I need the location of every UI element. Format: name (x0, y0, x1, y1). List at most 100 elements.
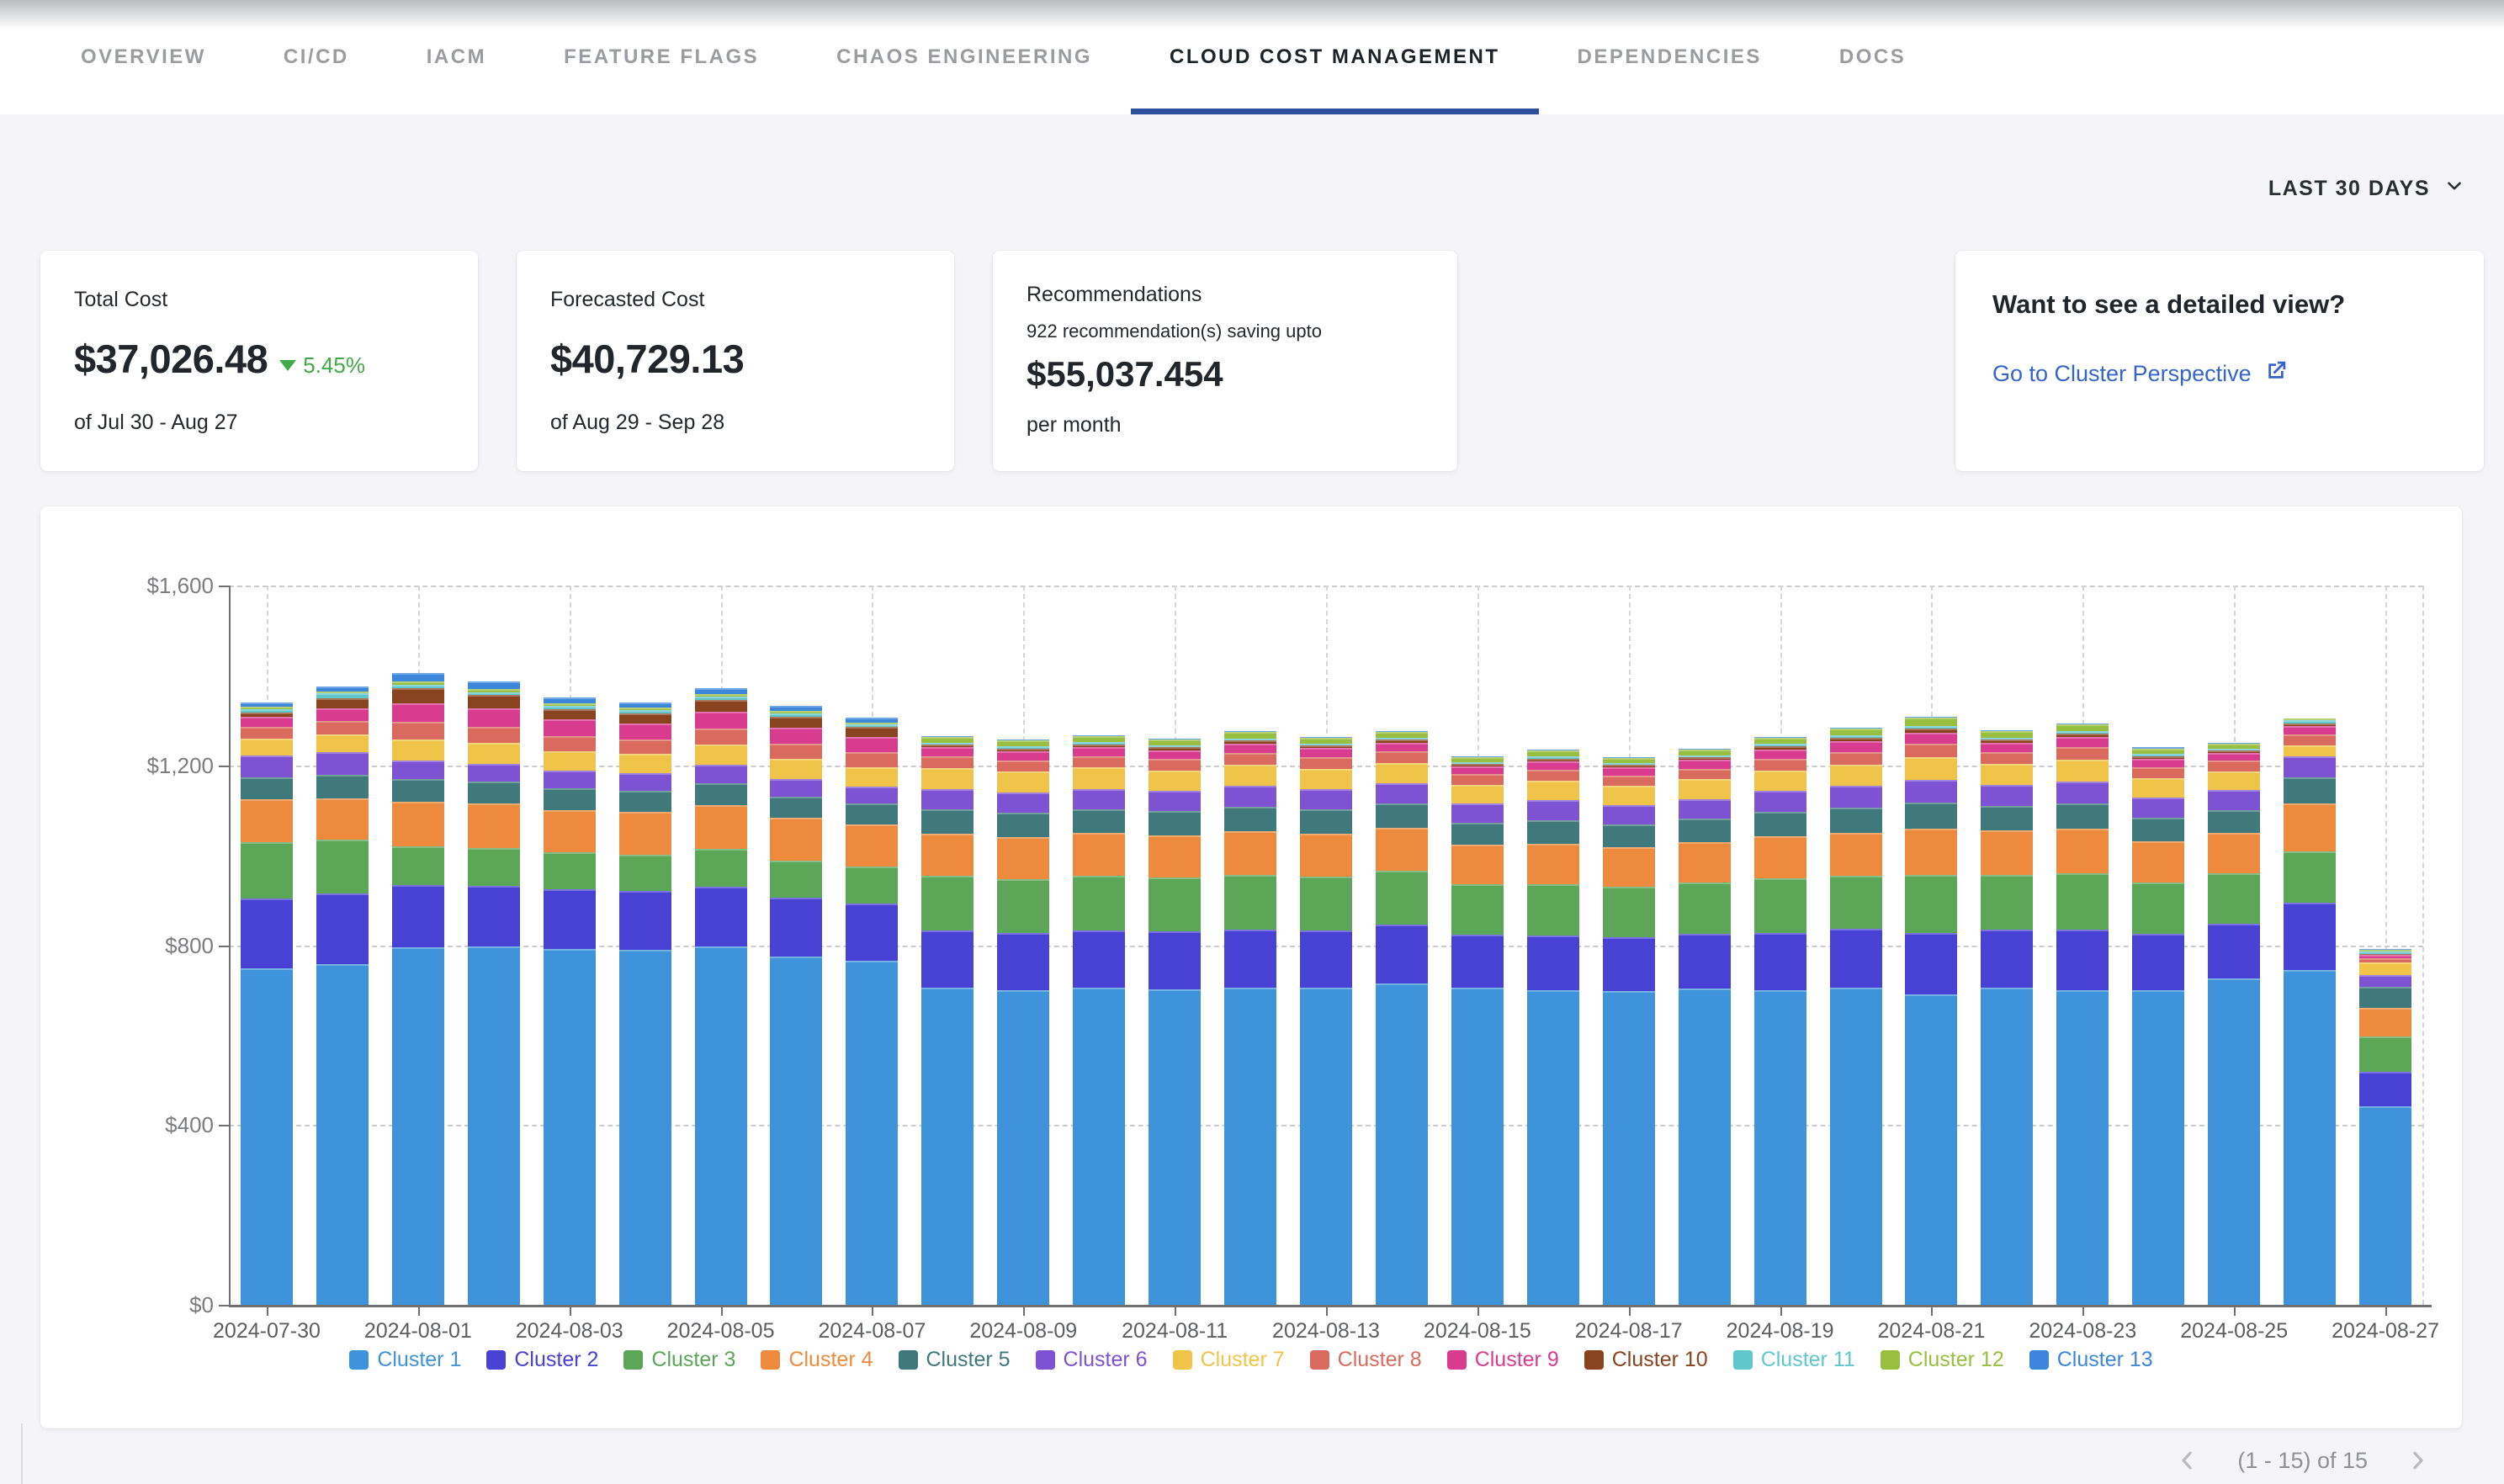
legend-swatch-icon (1173, 1350, 1192, 1370)
tab-overview[interactable]: OVERVIEW (42, 0, 245, 114)
bar-2024-08-12[interactable] (1224, 731, 1276, 1305)
bar-2024-08-16[interactable] (1527, 750, 1579, 1305)
legend-swatch-icon (486, 1350, 506, 1370)
tab-iacm[interactable]: IACM (388, 0, 525, 114)
bar-segment-cluster-3 (619, 855, 671, 892)
legend-item-cluster-8[interactable]: Cluster 8 (1310, 1348, 1422, 1372)
total-cost-change: 5.45% (279, 352, 365, 379)
tab-ci-cd[interactable]: CI/CD (245, 0, 388, 114)
bar-segment-cluster-4 (2132, 841, 2184, 882)
bar-2024-08-27[interactable] (2359, 949, 2411, 1305)
bar-2024-08-01[interactable] (392, 673, 444, 1305)
bar-2024-08-09[interactable] (997, 739, 1049, 1305)
bar-segment-cluster-7 (1603, 786, 1655, 805)
legend-item-cluster-5[interactable]: Cluster 5 (899, 1348, 1011, 1372)
legend-item-cluster-13[interactable]: Cluster 13 (2029, 1348, 2153, 1372)
bar-segment-cluster-1 (1527, 990, 1579, 1305)
bar-segment-cluster-5 (1527, 820, 1579, 844)
bar-segment-cluster-4 (241, 799, 293, 842)
bar-segment-cluster-7 (1527, 781, 1579, 801)
bar-2024-08-26[interactable] (2284, 718, 2336, 1305)
bar-2024-08-02[interactable] (468, 681, 520, 1305)
y-axis-tick (219, 946, 229, 947)
legend-item-cluster-4[interactable]: Cluster 4 (761, 1348, 873, 1372)
bar-segment-cluster-4 (1754, 836, 1806, 879)
bar-2024-08-06[interactable] (770, 706, 822, 1305)
tab-cloud-cost-management[interactable]: CLOUD COST MANAGEMENT (1131, 0, 1538, 114)
legend-item-cluster-11[interactable]: Cluster 11 (1733, 1348, 1855, 1372)
legend-item-cluster-3[interactable]: Cluster 3 (623, 1348, 735, 1372)
bar-2024-08-11[interactable] (1149, 739, 1201, 1305)
bar-2024-08-20[interactable] (1830, 728, 1882, 1305)
bar-2024-08-21[interactable] (1905, 717, 1957, 1305)
bar-segment-cluster-7 (1754, 771, 1806, 792)
bar-segment-cluster-6 (1905, 780, 1957, 803)
bar-segment-cluster-7 (770, 759, 822, 779)
next-page-icon[interactable] (2405, 1448, 2430, 1473)
tab-dependencies[interactable]: DEPENDENCIES (1539, 0, 1801, 114)
legend-item-cluster-6[interactable]: Cluster 6 (1036, 1348, 1148, 1372)
bar-2024-08-08[interactable] (921, 736, 973, 1305)
bar-segment-cluster-12 (1224, 732, 1276, 738)
bar-2024-07-30[interactable] (241, 702, 293, 1305)
bar-segment-cluster-1 (997, 990, 1049, 1305)
bar-segment-cluster-8 (241, 727, 293, 739)
legend-item-cluster-7[interactable]: Cluster 7 (1173, 1348, 1285, 1372)
bar-2024-08-10[interactable] (1073, 735, 1125, 1305)
bar-2024-08-18[interactable] (1679, 749, 1731, 1305)
cluster-perspective-link[interactable]: Go to Cluster Perspective (1992, 358, 2447, 390)
bar-2024-08-14[interactable] (1376, 731, 1428, 1305)
legend-item-cluster-12[interactable]: Cluster 12 (1881, 1348, 2004, 1372)
bar-2024-08-07[interactable] (846, 718, 898, 1305)
bar-segment-cluster-8 (468, 727, 520, 743)
tab-feature-flags[interactable]: FEATURE FLAGS (525, 0, 798, 114)
bar-2024-08-25[interactable] (2208, 743, 2260, 1305)
legend-swatch-icon (1310, 1350, 1329, 1370)
legend-item-cluster-10[interactable]: Cluster 10 (1584, 1348, 1708, 1372)
previous-page-icon[interactable] (2175, 1448, 2200, 1473)
bar-2024-08-13[interactable] (1300, 737, 1352, 1305)
bar-segment-cluster-3 (1073, 876, 1125, 930)
tab-chaos-engineering[interactable]: CHAOS ENGINEERING (798, 0, 1131, 114)
bar-2024-08-24[interactable] (2132, 747, 2184, 1305)
bar-segment-cluster-9 (241, 717, 293, 728)
bar-segment-cluster-2 (1527, 935, 1579, 990)
bar-segment-cluster-8 (2132, 767, 2184, 778)
bar-segment-cluster-2 (1149, 931, 1201, 988)
bar-2024-07-31[interactable] (316, 686, 369, 1305)
bar-2024-08-17[interactable] (1603, 757, 1655, 1305)
bar-2024-08-05[interactable] (695, 688, 747, 1305)
bar-segment-cluster-7 (316, 734, 369, 752)
bar-segment-cluster-5 (997, 813, 1049, 837)
legend-item-cluster-2[interactable]: Cluster 2 (486, 1348, 598, 1372)
bar-segment-cluster-1 (1376, 983, 1428, 1305)
chart-legend: Cluster 1 Cluster 2 Cluster 3 Cluster 4 Clus… (40, 1348, 2462, 1372)
bar-segment-cluster-9 (619, 723, 671, 739)
date-range-label: LAST 30 DAYS (2268, 177, 2430, 201)
bar-segment-cluster-2 (846, 904, 898, 961)
date-range-dropdown[interactable]: LAST 30 DAYS (2268, 175, 2465, 203)
bar-segment-cluster-6 (1376, 783, 1428, 803)
y-axis-tick (219, 1125, 229, 1126)
bar-2024-08-19[interactable] (1754, 737, 1806, 1305)
x-axis-label-2024-08-11: 2024-08-11 (1122, 1319, 1228, 1344)
tab-docs[interactable]: DOCS (1801, 0, 1944, 114)
legend-label: Cluster 1 (377, 1348, 461, 1372)
bar-segment-cluster-1 (1224, 988, 1276, 1305)
legend-item-cluster-1[interactable]: Cluster 1 (349, 1348, 461, 1372)
bar-2024-08-23[interactable] (2056, 723, 2109, 1305)
bar-2024-08-03[interactable] (544, 697, 596, 1305)
bar-segment-cluster-5 (1224, 807, 1276, 831)
bar-segment-cluster-7 (2056, 760, 2109, 782)
legend-item-cluster-9[interactable]: Cluster 9 (1447, 1348, 1559, 1372)
bar-segment-cluster-9 (2056, 737, 2109, 747)
bar-2024-08-15[interactable] (1451, 756, 1504, 1305)
x-axis-label-2024-08-27: 2024-08-27 (2332, 1319, 2439, 1344)
y-axis-tick (219, 766, 229, 767)
bar-2024-08-22[interactable] (1981, 730, 2033, 1305)
bar-segment-cluster-4 (1679, 842, 1731, 882)
bar-segment-cluster-7 (1981, 764, 2033, 785)
bar-segment-cluster-1 (1754, 990, 1806, 1305)
bar-2024-08-04[interactable] (619, 702, 671, 1305)
bar-segment-cluster-1 (1830, 988, 1882, 1305)
